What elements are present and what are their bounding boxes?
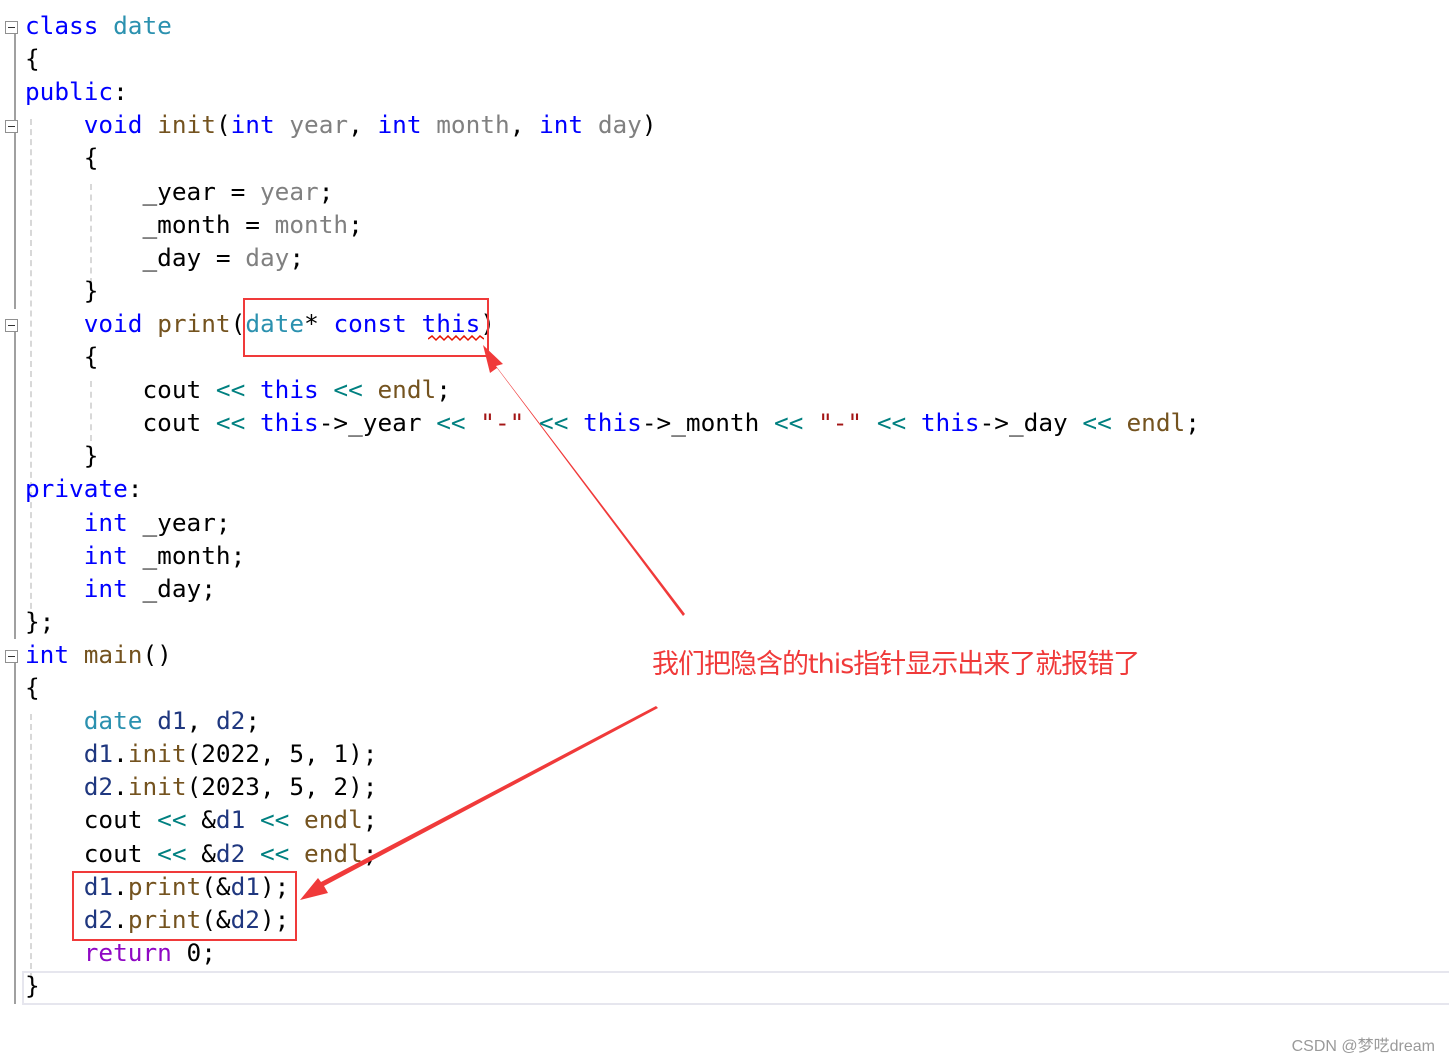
annotation-arrows xyxy=(300,345,685,900)
arrow-to-this-param xyxy=(483,345,685,616)
annotation-note: 我们把隐含的this指针显示出来了就报错了 xyxy=(652,649,1140,680)
arrow-to-print-calls xyxy=(300,706,658,900)
watermark: CSDN @梦呓dream xyxy=(1291,1038,1435,1055)
